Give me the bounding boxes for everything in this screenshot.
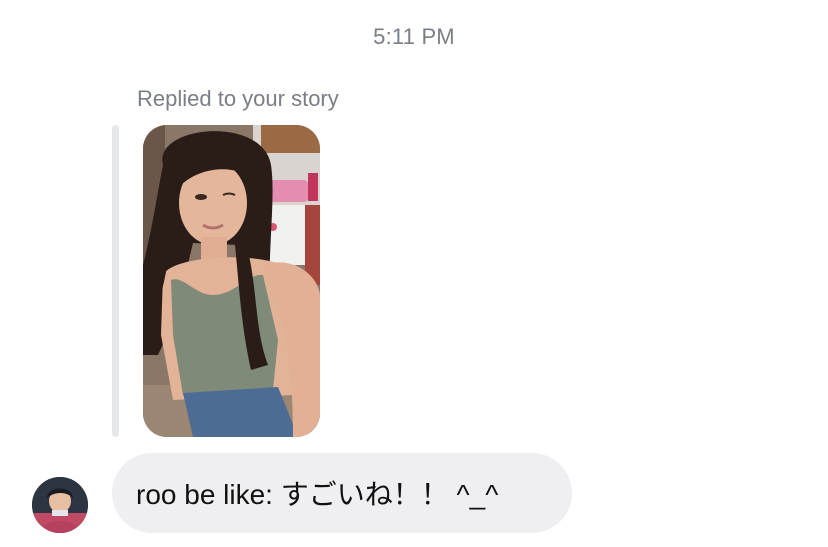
- message-bubble[interactable]: roo be like: すごいね！！ ^_^: [112, 453, 572, 533]
- message-timestamp: 5:11 PM: [373, 24, 455, 49]
- sender-avatar[interactable]: [32, 477, 88, 533]
- story-photo-image: [143, 125, 320, 437]
- reply-indicator-bar: [112, 125, 119, 437]
- message-text: roo be like: すごいね！！ ^_^: [136, 479, 499, 510]
- story-thumbnail[interactable]: [143, 125, 320, 437]
- dm-conversation-view: 5:11 PM Replied to your story roo be lik…: [0, 0, 828, 547]
- story-reply-label: Replied to your story: [137, 86, 339, 111]
- user-avatar-icon: [32, 477, 88, 533]
